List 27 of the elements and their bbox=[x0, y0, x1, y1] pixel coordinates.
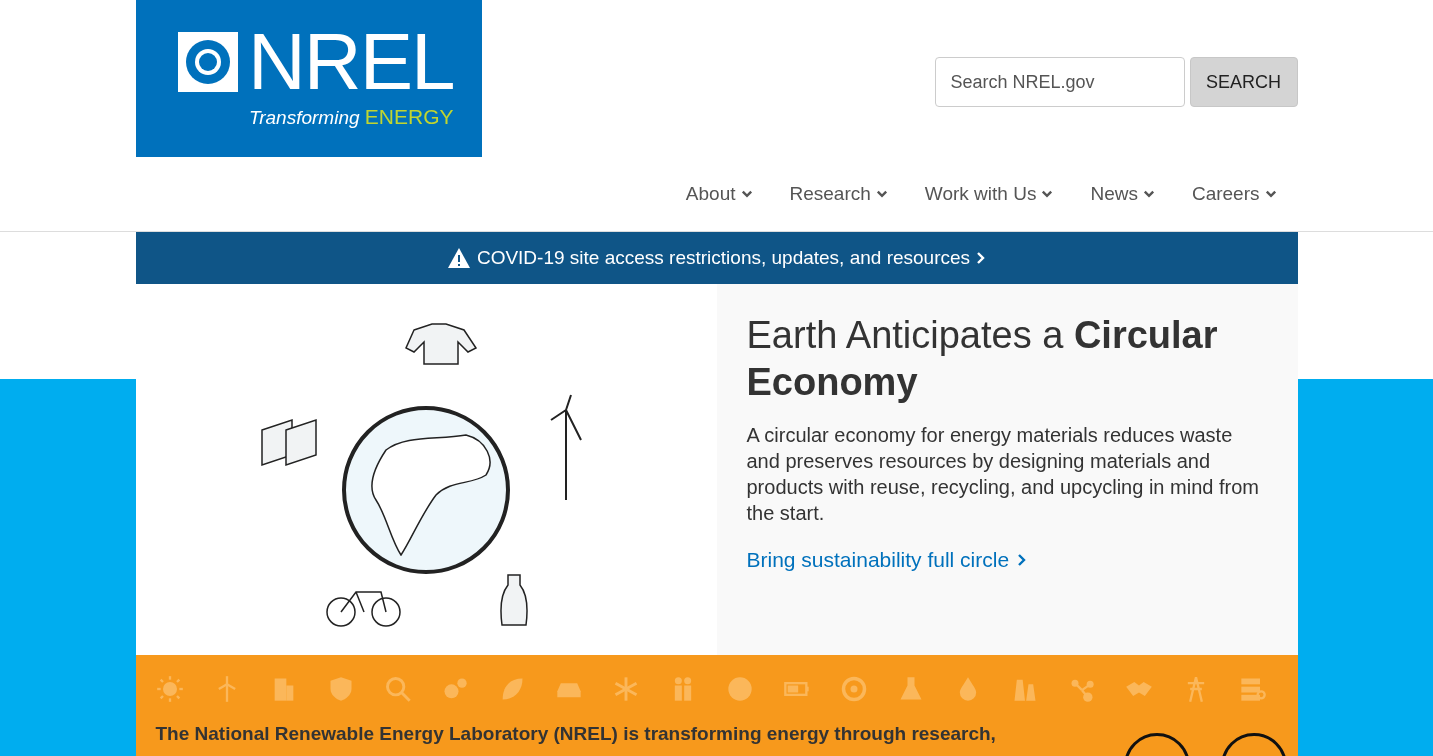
nav-menu-item[interactable]: Careers bbox=[1191, 183, 1277, 205]
nav-menu-item[interactable]: Research bbox=[789, 183, 888, 205]
chevron-down-icon bbox=[1142, 188, 1155, 200]
nav-menu-item[interactable]: News bbox=[1090, 183, 1155, 205]
feature-description: A circular economy for energy materials reduces waste and preserves resources by designing materials and products with reuse, recycling, and upcycling in mind from the start. bbox=[746, 423, 1260, 526]
chevron-down-icon bbox=[740, 188, 753, 200]
logo-tagline: Transforming ENERGY bbox=[249, 104, 454, 129]
chevron-down-icon bbox=[1041, 188, 1054, 200]
nrel-logo[interactable]: NREL Transforming ENERGY bbox=[135, 0, 482, 157]
nav-menu-item[interactable]: Work with Us bbox=[924, 183, 1054, 205]
chevron-down-icon bbox=[875, 188, 888, 200]
sun-icon bbox=[155, 675, 184, 703]
chevron-right-icon bbox=[976, 251, 987, 265]
chevron-down-icon bbox=[1264, 188, 1277, 200]
search-button[interactable]: SEARCH bbox=[1189, 57, 1298, 107]
ring-icon bbox=[839, 675, 868, 703]
magnifier-icon bbox=[383, 675, 412, 703]
alert-link[interactable]: COVID-19 site access restrictions, updates, and resources bbox=[446, 247, 987, 269]
feature-link[interactable]: Bring sustainability full circle bbox=[746, 548, 1028, 572]
search-field[interactable]: Search NREL.gov bbox=[934, 57, 1185, 107]
nav-menu-item[interactable]: About bbox=[685, 183, 753, 205]
logo-mark-icon bbox=[178, 31, 239, 92]
chevron-right-icon bbox=[1017, 553, 1028, 567]
feature-heading: Earth Anticipates a Circular Economy bbox=[746, 313, 1219, 405]
mission-statement: The National Renewable Energy Laboratory (NREL) is transforming energy through research, bbox=[155, 723, 996, 745]
warning-icon bbox=[446, 247, 471, 269]
logo-wordmark: NREL bbox=[248, 28, 454, 95]
